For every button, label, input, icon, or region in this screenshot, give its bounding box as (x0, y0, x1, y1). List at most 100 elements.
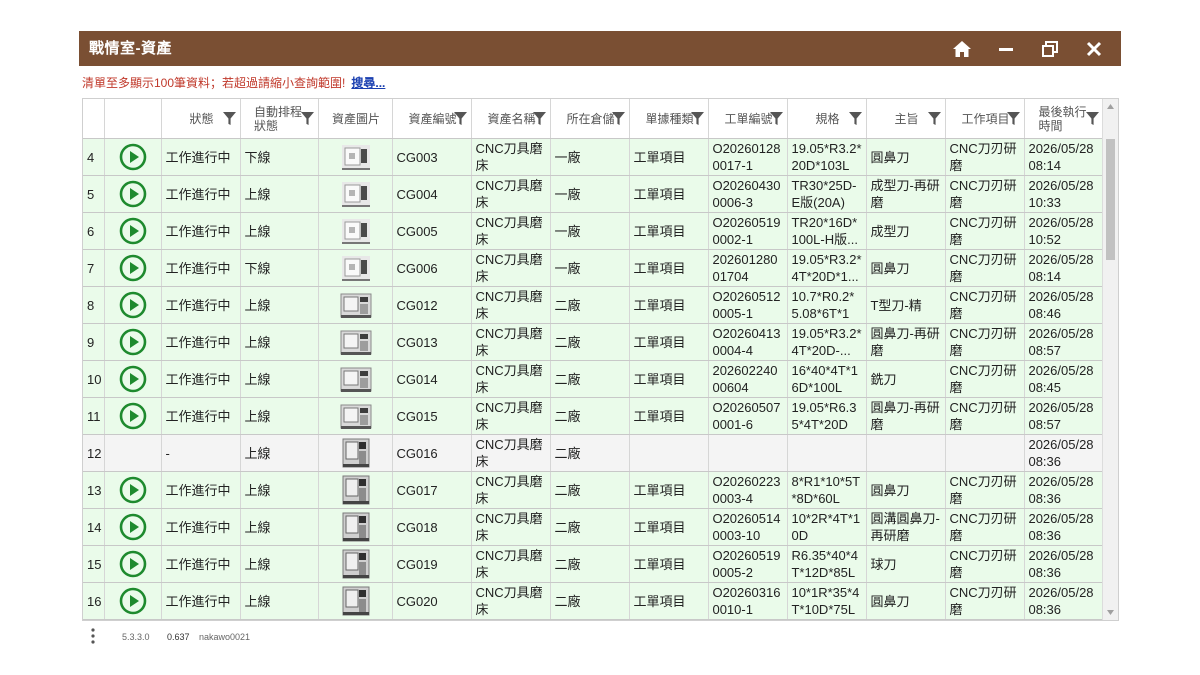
asset-name-text: CNC刀具磨床 (475, 548, 543, 580)
filter-icon[interactable] (928, 112, 942, 125)
table-row[interactable]: 5 工作進行中 上線 CG004 CNC刀具磨床 一廠 工單項目 O202604300006-… (83, 175, 1105, 213)
play-cell[interactable] (104, 286, 163, 324)
header-status[interactable]: 狀態 (161, 99, 242, 139)
last-run-text: 2026/05/28 08:36 (1028, 585, 1094, 617)
spec-text: R6.35*40*4T*12D*85L (791, 548, 858, 580)
filter-icon[interactable] (770, 112, 784, 125)
header-asset-no[interactable]: 資產編號 (392, 99, 473, 139)
play-icon[interactable] (119, 476, 147, 504)
play-cell[interactable] (104, 175, 163, 213)
play-icon[interactable] (119, 513, 147, 541)
filter-icon[interactable] (612, 112, 626, 125)
doc-type-cell: 工單項目 (629, 249, 710, 287)
home-button[interactable] (945, 31, 979, 66)
minimize-button[interactable] (989, 31, 1023, 66)
header-work-item[interactable]: 工作項目 (945, 99, 1026, 139)
play-icon[interactable] (119, 402, 147, 430)
minimize-icon (999, 47, 1013, 51)
play-icon[interactable] (119, 587, 147, 615)
machine-image (342, 512, 370, 542)
last-run-cell: 2026/05/28 08:36 (1024, 545, 1105, 583)
table-row[interactable]: 12 - 上線 CG016 CNC刀具磨床 二廠 2026/05/28 08:36 (83, 434, 1105, 472)
header-doc-type[interactable]: 單據種類 (629, 99, 710, 139)
table-row[interactable]: 7 工作進行中 下線 CG006 CNC刀具磨床 一廠 工單項目 20260128001704… (83, 249, 1105, 287)
header-subject[interactable]: 主旨 (866, 99, 947, 139)
header-auto-schedule[interactable]: 自動排程狀態 (240, 99, 320, 139)
vertical-scrollbar[interactable] (1102, 99, 1118, 620)
play-icon[interactable] (119, 328, 147, 356)
table-row[interactable]: 10 工作進行中 上線 CG014 CNC刀具磨床 二廠 工單項目 2026022400060… (83, 360, 1105, 398)
work-item-text: CNC刀刃研磨 (949, 474, 1017, 506)
work-item-cell: CNC刀刃研磨 (945, 138, 1026, 176)
subject-cell: 成型刀 (866, 212, 947, 250)
play-cell[interactable] (104, 582, 163, 620)
header-last-run[interactable]: 最後執行時間 (1024, 99, 1105, 139)
play-cell[interactable] (104, 138, 163, 176)
scroll-down-arrow-icon[interactable] (1106, 607, 1115, 617)
play-cell[interactable] (104, 397, 163, 435)
header-work-order[interactable]: 工單編號 (708, 99, 789, 139)
table-row[interactable]: 4 工作進行中 下線 CG003 CNC刀具磨床 一廠 工單項目 O202601280017-… (83, 138, 1105, 176)
play-cell[interactable] (104, 360, 163, 398)
play-cell[interactable] (104, 434, 163, 472)
play-cell[interactable] (104, 323, 163, 361)
work-item-cell: CNC刀刃研磨 (945, 286, 1026, 324)
play-icon[interactable] (119, 550, 147, 578)
play-cell[interactable] (104, 508, 163, 546)
asset-image-cell (318, 397, 394, 435)
work-order-cell: O202605120005-1 (708, 286, 789, 324)
asset-name-text: CNC刀具磨床 (475, 363, 543, 395)
filter-icon[interactable] (533, 112, 547, 125)
app-version: 5.3.3.0 (122, 632, 150, 642)
table-row[interactable]: 15 工作進行中 上線 CG019 CNC刀具磨床 二廠 工單項目 O202605190005… (83, 545, 1105, 583)
search-link[interactable]: 搜尋... (351, 76, 385, 90)
table-row[interactable]: 8 工作進行中 上線 CG012 CNC刀具磨床 二廠 工單項目 O202605120005-… (83, 286, 1105, 324)
restore-button[interactable] (1033, 31, 1067, 66)
play-icon[interactable] (119, 180, 147, 208)
status-cell: 工作進行中 (161, 397, 242, 435)
machine-image (340, 293, 372, 318)
table-row[interactable]: 11 工作進行中 上線 CG015 CNC刀具磨床 二廠 工單項目 O202605070001… (83, 397, 1105, 435)
filter-icon[interactable] (1086, 112, 1100, 125)
play-icon[interactable] (119, 217, 147, 245)
table-row[interactable]: 16 工作進行中 上線 CG020 CNC刀具磨床 二廠 工單項目 O202603160010… (83, 582, 1105, 620)
close-button[interactable] (1077, 31, 1111, 66)
asset-image-cell (318, 175, 394, 213)
play-cell[interactable] (104, 212, 163, 250)
header-asset-name[interactable]: 資產名稱 (471, 99, 552, 139)
play-cell[interactable] (104, 545, 163, 583)
machine-image (340, 330, 372, 355)
work-item-text: CNC刀刃研磨 (949, 363, 1017, 395)
play-icon[interactable] (119, 143, 147, 171)
machine-image (341, 145, 370, 170)
table-row[interactable]: 13 工作進行中 上線 CG017 CNC刀具磨床 二廠 工單項目 O202602230003… (83, 471, 1105, 509)
play-cell[interactable] (104, 471, 163, 509)
play-cell[interactable] (104, 249, 163, 287)
play-icon[interactable] (119, 254, 147, 282)
header-spec[interactable]: 規格 (787, 99, 868, 139)
table-row[interactable]: 6 工作進行中 上線 CG005 CNC刀具磨床 一廠 工單項目 O202605190002-… (83, 212, 1105, 250)
warehouse-cell: 二廠 (550, 360, 631, 398)
table-row[interactable]: 14 工作進行中 上線 CG018 CNC刀具磨床 二廠 工單項目 O202605140003… (83, 508, 1105, 546)
filter-icon[interactable] (301, 112, 315, 125)
more-vertical-icon[interactable] (90, 628, 96, 644)
filter-icon[interactable] (454, 112, 468, 125)
play-icon[interactable] (119, 365, 147, 393)
doc-type-cell: 工單項目 (629, 138, 710, 176)
table-row[interactable]: 9 工作進行中 上線 CG013 CNC刀具磨床 二廠 工單項目 O202604130004-… (83, 323, 1105, 361)
header-label: 工作項目 (961, 111, 1010, 126)
last-run-cell: 2026/05/28 10:33 (1024, 175, 1105, 213)
auto-schedule-cell: 上線 (240, 508, 320, 546)
filter-icon[interactable] (223, 112, 237, 125)
window-title: 戰情室-資產 (89, 40, 172, 57)
work-item-cell: CNC刀刃研磨 (945, 175, 1026, 213)
filter-icon[interactable] (849, 112, 863, 125)
work-order-cell: O202605140003-10 (708, 508, 789, 546)
last-run-text: 2026/05/28 10:33 (1028, 178, 1094, 210)
scroll-up-arrow-icon[interactable] (1106, 102, 1115, 112)
play-icon[interactable] (119, 291, 147, 319)
header-warehouse[interactable]: 所在倉儲 (550, 99, 631, 139)
filter-icon[interactable] (1007, 112, 1021, 125)
filter-icon[interactable] (691, 112, 705, 125)
scrollbar-thumb[interactable] (1106, 139, 1115, 260)
